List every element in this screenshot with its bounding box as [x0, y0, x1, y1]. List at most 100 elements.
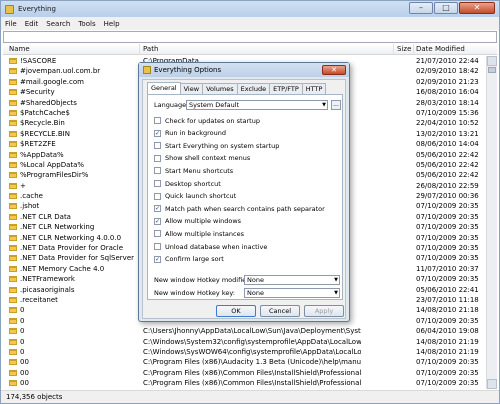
dialog-close-button[interactable]: ✕	[322, 65, 346, 75]
menu-search[interactable]: Search	[42, 20, 74, 28]
folder-icon	[9, 68, 17, 75]
folder-icon	[9, 380, 17, 387]
scroll-down-button[interactable]	[487, 379, 497, 389]
apply-button[interactable]: Apply	[304, 305, 344, 317]
folder-icon	[9, 317, 17, 324]
ok-button[interactable]: OK	[216, 305, 256, 317]
option-row[interactable]: Quick launch shortcut	[154, 192, 236, 201]
option-checkbox[interactable]: ✓	[154, 205, 161, 213]
option-label: Desktop shortcut	[165, 179, 221, 188]
row-name: .NET Data Provider for SqlServer	[20, 254, 135, 263]
table-row[interactable]: 00 C:\Program Files (x86)\Audacity 1.3 Be…	[3, 357, 487, 367]
folder-icon	[9, 89, 17, 96]
option-label: Check for updates on startup	[165, 116, 260, 125]
option-row[interactable]: Show shell context menus	[154, 154, 250, 163]
row-path: C:\Windows\System32\config\systemprofile…	[143, 337, 361, 346]
row-path: C:\Users\Jhonny\AppData\LocalLow\Sun\Jav…	[143, 327, 361, 336]
title-bar: Everything – □ ✕	[1, 1, 499, 17]
close-button[interactable]: ✕	[459, 2, 495, 14]
table-row[interactable]: 0 C:\Windows\SysWOW64\config\systemprofil…	[3, 347, 487, 357]
hotkey-key-value: None	[247, 289, 264, 297]
folder-icon	[9, 78, 17, 85]
cancel-button[interactable]: Cancel	[260, 305, 300, 317]
row-name: %Local AppData%	[20, 160, 85, 169]
row-name: #SharedObjects	[20, 98, 77, 107]
option-checkbox[interactable]	[154, 180, 161, 187]
dialog-title-bar: Everything Options ✕	[139, 63, 349, 77]
option-checkbox[interactable]: ✓	[154, 217, 161, 225]
window-controls: – □ ✕	[408, 2, 495, 14]
menu-file[interactable]: File	[1, 20, 21, 28]
column-header-name[interactable]: Name	[9, 45, 30, 53]
option-checkbox[interactable]	[154, 117, 161, 124]
folder-icon	[9, 265, 17, 272]
option-checkbox[interactable]	[154, 167, 161, 175]
column-divider[interactable]	[413, 44, 414, 55]
option-row[interactable]: Start Menu shortcuts	[154, 166, 233, 175]
menu-help[interactable]: Help	[100, 20, 124, 28]
option-row[interactable]: Start Everything on system startup	[154, 141, 279, 150]
row-date: 05/06/2010 22:42	[416, 150, 479, 159]
language-select[interactable]: System Default ▼	[186, 100, 328, 110]
folder-icon	[9, 286, 17, 293]
maximize-button[interactable]: □	[434, 2, 458, 14]
options-dialog: Everything Options ✕ General View Volume…	[138, 62, 350, 322]
option-row[interactable]: ✓ Match path when search contains path se…	[154, 204, 325, 213]
option-row[interactable]: ✓ Run in background	[154, 129, 226, 138]
option-row[interactable]: Unload database when inactive	[154, 242, 267, 251]
tab-general[interactable]: General	[147, 82, 181, 94]
folder-icon	[9, 141, 17, 148]
option-checkbox[interactable]	[154, 192, 161, 200]
scrollbar-thumb[interactable]	[488, 67, 496, 73]
option-row[interactable]: Allow multiple instances	[154, 229, 244, 238]
table-row[interactable]: 0 C:\Users\Jhonny\AppData\LocalLow\Sun\Ja…	[3, 326, 487, 336]
table-row[interactable]: 00 C:\Program Files (x86)\Common Files\In…	[3, 378, 487, 388]
row-name: %AppData%	[20, 150, 64, 159]
row-path: C:\Program Files (x86)\Common Files\Inst…	[143, 368, 361, 377]
scroll-up-button[interactable]	[487, 56, 497, 66]
search-input[interactable]	[3, 31, 497, 43]
folder-icon	[9, 224, 17, 231]
column-header-size[interactable]: Size	[397, 45, 411, 53]
row-name: 0	[20, 316, 25, 325]
dialog-body: General View Volumes Exclude ETP/FTP HTT…	[142, 79, 346, 319]
row-date: 05/06/2010 22:41	[416, 285, 479, 294]
option-label: Confirm large sort	[165, 255, 224, 264]
row-name: $RECYCLE.BIN	[20, 129, 70, 138]
option-checkbox[interactable]	[154, 243, 161, 250]
option-checkbox[interactable]: ✓	[154, 255, 161, 263]
column-header-path[interactable]: Path	[143, 45, 158, 53]
option-label: Allow multiple windows	[165, 217, 242, 226]
language-browse-button[interactable]: ...	[331, 100, 341, 110]
option-row[interactable]: ✓ Allow multiple windows	[154, 217, 241, 226]
column-divider[interactable]	[393, 44, 394, 55]
folder-icon	[9, 234, 17, 241]
vertical-scrollbar[interactable]	[486, 56, 497, 389]
minimize-button[interactable]: –	[409, 2, 433, 14]
option-row[interactable]: ✓ Confirm large sort	[154, 255, 224, 264]
table-row[interactable]: 00 C:\Program Files (x86)\Common Files\In…	[3, 368, 487, 378]
option-label: Unload database when inactive	[165, 242, 268, 251]
row-date: 26/08/2010 22:59	[416, 181, 479, 190]
column-divider[interactable]	[139, 44, 140, 55]
hotkey-modifier-select[interactable]: None ▼	[244, 275, 340, 285]
menu-edit[interactable]: Edit	[21, 20, 43, 28]
option-checkbox[interactable]: ✓	[154, 129, 161, 137]
row-name: 00	[20, 368, 29, 377]
table-row[interactable]: 0 C:\Windows\System32\config\systemprofil…	[3, 337, 487, 347]
status-bar: 174,356 objects	[1, 390, 499, 403]
option-checkbox[interactable]	[154, 230, 161, 238]
folder-icon	[9, 161, 17, 168]
folder-icon	[9, 213, 17, 220]
option-row[interactable]: Desktop shortcut	[154, 179, 221, 188]
option-checkbox[interactable]	[154, 142, 161, 150]
row-name: #jovempan.uol.com.br	[20, 67, 101, 76]
menu-tools[interactable]: Tools	[74, 20, 99, 28]
option-label: Match path when search contains path sep…	[165, 204, 325, 213]
row-date: 22/04/2010 10:52	[416, 119, 479, 128]
option-checkbox[interactable]	[154, 154, 161, 162]
column-header-date[interactable]: Date Modified	[416, 45, 465, 53]
hotkey-key-select[interactable]: None ▼	[244, 288, 340, 298]
row-name: 0	[20, 327, 25, 336]
option-row[interactable]: Check for updates on startup	[154, 116, 260, 125]
